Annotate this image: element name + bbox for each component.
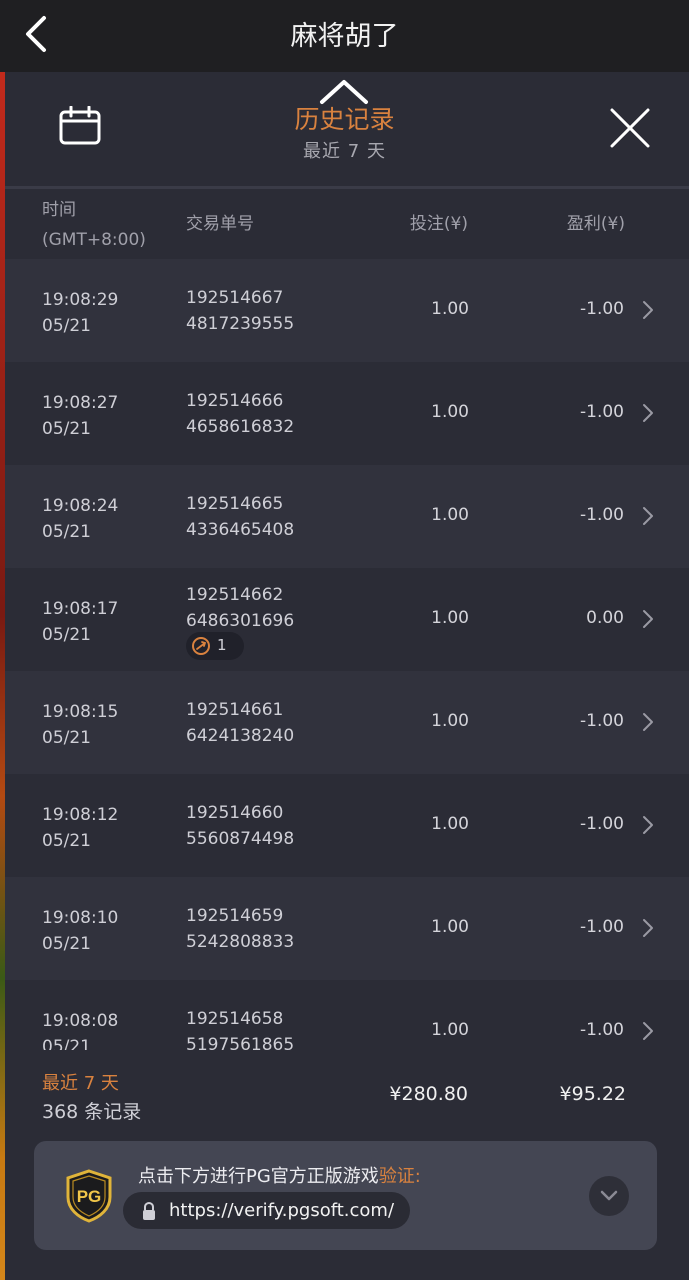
row-profit: -1.00 [580, 402, 624, 422]
header-divider [5, 186, 689, 189]
column-header-profit: 盈利(¥) [566, 214, 625, 234]
row-transaction-id: 192514662 6486301696 [186, 585, 295, 631]
table-row[interactable]: 19:08:12 05/21 192514660 5560874498 1.00 -… [5, 774, 689, 877]
row-time: 19:08:29 05/21 [42, 290, 119, 336]
row-bet: 1.00 [431, 711, 469, 731]
panel-title: 历史记录 [294, 105, 395, 134]
spin-icon [192, 637, 210, 655]
row-bet: 1.00 [431, 1020, 469, 1040]
column-header-time: 时间 (GMT+8:00) [42, 198, 146, 253]
summary-period: 最近 7 天 [42, 1073, 119, 1094]
row-time: 19:08:17 05/21 [42, 599, 119, 645]
verify-banner[interactable]: PG 点击下方进行PG官方正版游戏验证: https://verify.pgso… [34, 1141, 657, 1250]
lock-icon [143, 1201, 155, 1220]
row-bet: 1.00 [431, 608, 469, 628]
row-bet: 1.00 [431, 505, 469, 525]
row-time: 19:08:12 05/21 [42, 805, 119, 851]
chevron-right-icon[interactable] [641, 505, 655, 527]
row-time: 19:08:24 05/21 [42, 496, 119, 542]
chevron-right-icon[interactable] [641, 711, 655, 733]
summary-total-bet: ¥280.80 [389, 1083, 468, 1105]
row-profit: -1.00 [580, 299, 624, 319]
verify-prompt: 点击下方进行PG官方正版游戏验证: [138, 1162, 421, 1188]
table-row[interactable]: 19:08:15 05/21 192514661 6424138240 1.00 -… [5, 671, 689, 774]
close-icon[interactable] [608, 106, 652, 150]
chevron-right-icon[interactable] [641, 1020, 655, 1042]
table-row[interactable]: 19:08:24 05/21 192514665 4336465408 1.00 -… [5, 465, 689, 568]
chevron-down-icon [600, 1190, 618, 1201]
row-bet: 1.00 [431, 917, 469, 937]
column-header-time-label: 时间 [42, 200, 76, 220]
app-header: 麻将胡了 [0, 0, 689, 72]
row-bet: 1.00 [431, 814, 469, 834]
row-transaction-id: 192514665 4336465408 [186, 494, 295, 540]
verify-prompt-text: 点击下方进行PG官方正版游戏 [138, 1166, 379, 1187]
pg-logo-text: PG [77, 1187, 102, 1206]
table-row[interactable]: 19:08:10 05/21 192514659 5242808833 1.00 -… [5, 877, 689, 980]
row-profit: -1.00 [580, 711, 624, 731]
row-transaction-id: 192514659 5242808833 [186, 906, 295, 952]
chevron-right-icon[interactable] [641, 917, 655, 939]
row-profit: -1.00 [580, 1020, 624, 1040]
row-transaction-id: 192514658 5197561865 [186, 1009, 295, 1050]
row-bet: 1.00 [431, 402, 469, 422]
row-transaction-id: 192514667 4817239555 [186, 288, 295, 334]
table-row[interactable]: 19:08:29 05/21 192514667 4817239555 1.00 -… [5, 259, 689, 362]
chevron-right-icon[interactable] [641, 299, 655, 321]
app-title: 麻将胡了 [290, 21, 399, 52]
table-row[interactable]: 19:08:27 05/21 192514666 4658616832 1.00 -… [5, 362, 689, 465]
column-header-transaction: 交易单号 [186, 214, 254, 234]
free-spin-count: 1 [217, 636, 227, 654]
chevron-right-icon[interactable] [641, 814, 655, 836]
row-profit: -1.00 [580, 814, 624, 834]
row-transaction-id: 192514660 5560874498 [186, 803, 295, 849]
expand-button[interactable] [589, 1176, 629, 1216]
row-time: 19:08:15 05/21 [42, 702, 119, 748]
summary-total-profit: ¥95.22 [559, 1083, 626, 1105]
verify-url-text: https://verify.pgsoft.com/ [169, 1200, 395, 1221]
verify-prompt-accent: 验证: [378, 1166, 421, 1187]
table-row[interactable]: 19:08:17 05/21 192514662 6486301696 1 1.00… [5, 568, 689, 671]
column-header-timezone: (GMT+8:00) [42, 230, 146, 250]
row-profit: -1.00 [580, 505, 624, 525]
history-table: 19:08:29 05/21 192514667 4817239555 1.00 -… [5, 259, 689, 1050]
chevron-right-icon[interactable] [641, 402, 655, 424]
row-bet: 1.00 [431, 299, 469, 319]
row-time: 19:08:08 05/21 [42, 1011, 119, 1050]
column-header-bet: 投注(¥) [409, 214, 468, 234]
row-time: 19:08:10 05/21 [42, 908, 119, 954]
row-time: 19:08:27 05/21 [42, 393, 119, 439]
pg-shield-logo: PG [66, 1169, 112, 1223]
summary-record-count: 368 条记录 [42, 1101, 142, 1123]
panel-subtitle: 最近 7 天 [303, 141, 386, 162]
table-row[interactable]: 19:08:08 05/21 192514658 5197561865 1.00 -… [5, 980, 689, 1050]
verify-url-link[interactable]: https://verify.pgsoft.com/ [123, 1192, 410, 1229]
free-spin-badge: 1 [186, 632, 244, 660]
row-transaction-id: 192514666 4658616832 [186, 391, 295, 437]
row-profit: -1.00 [580, 917, 624, 937]
row-profit: 0.00 [586, 608, 624, 628]
row-transaction-id: 192514661 6424138240 [186, 700, 295, 746]
chevron-right-icon[interactable] [641, 608, 655, 630]
